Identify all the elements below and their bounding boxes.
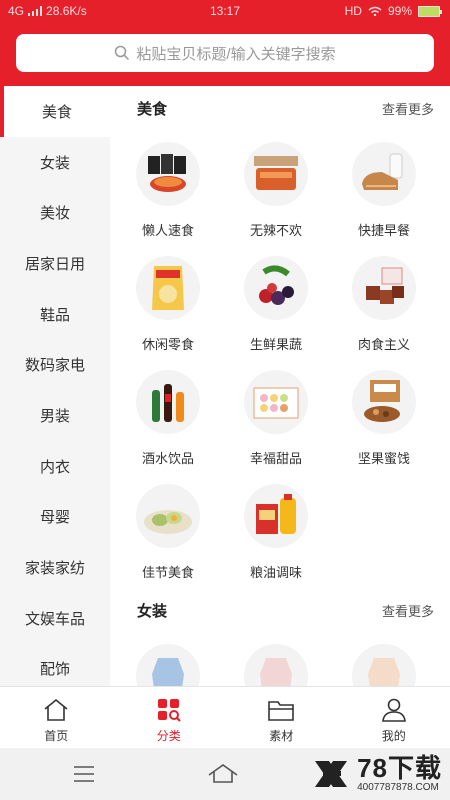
subcategory-label: 生鲜果蔬	[249, 337, 302, 352]
subcategory-label: 快捷早餐	[357, 223, 410, 238]
clothing-image	[244, 644, 308, 686]
search-input[interactable]: 粘贴宝贝标题/输入关键字搜索	[16, 34, 434, 72]
menu-icon[interactable]	[72, 765, 96, 783]
watermark-logo-icon	[315, 760, 348, 787]
user-icon	[381, 698, 406, 722]
clothing-image	[136, 644, 200, 686]
subcategory-item[interactable]	[222, 632, 330, 686]
sidebar-item-shoes[interactable]: 鞋品	[0, 289, 110, 340]
status-right: HD 99%	[344, 4, 442, 18]
home-button-icon[interactable]	[206, 762, 240, 784]
tab-home[interactable]: 首页	[0, 687, 113, 748]
sidebar-item-entertainment-car[interactable]: 文娱车品	[0, 593, 110, 644]
meat-image	[352, 256, 416, 320]
search-placeholder: 粘贴宝贝标题/输入关键字搜索	[136, 45, 336, 63]
instant-food-image	[136, 142, 200, 206]
sidebar-item-underwear[interactable]: 内衣	[0, 441, 110, 492]
sidebar-item-household[interactable]: 居家日用	[0, 238, 110, 289]
subcategory-label: 懒人速食	[141, 223, 194, 238]
tab-category[interactable]: 分类	[113, 687, 226, 748]
nuts-image	[352, 370, 416, 434]
sidebar-item-womens-clothing[interactable]: 女装	[0, 137, 110, 188]
view-more-link[interactable]: 查看更多	[382, 99, 434, 118]
subcategory-item[interactable]: 懒人速食	[114, 130, 222, 244]
header: 4G 28.6K/s 13:17 HD 99% 粘贴宝贝标题/输入关键字搜索	[0, 0, 450, 86]
subcategory-label: 佳节美食	[141, 565, 194, 580]
subcategory-item[interactable]	[114, 632, 222, 686]
subcategory-item[interactable]: 幸福甜品	[222, 358, 330, 472]
sidebar-item-electronics[interactable]: 数码家电	[0, 339, 110, 390]
home-icon	[44, 698, 68, 721]
battery-percent: 99%	[387, 4, 412, 18]
tab-materials[interactable]: 素材	[225, 687, 338, 748]
desserts-image	[244, 370, 308, 434]
subcategory-label: 酒水饮品	[141, 451, 194, 466]
section-header-womens: 女装 查看更多	[110, 588, 450, 632]
subcategory-label: 休闲零食	[141, 337, 194, 352]
battery-fill	[419, 6, 439, 16]
tab-label: 素材	[269, 729, 294, 743]
subcategory-label: 无辣不欢	[249, 223, 302, 238]
grain-oil-image	[244, 484, 308, 548]
watermark-text: 78下载 4007787878.COM	[357, 754, 442, 793]
subcategory-item[interactable]: 快捷早餐	[330, 130, 438, 244]
sidebar-item-food[interactable]: 美食	[0, 86, 110, 137]
subcategory-item[interactable]: 佳节美食	[114, 472, 222, 586]
section-title: 美食	[137, 100, 168, 118]
tab-label: 我的	[381, 729, 406, 743]
sidebar-item-baby[interactable]: 母婴	[0, 492, 110, 543]
watermark-main: 78下载	[357, 753, 442, 783]
sidebar-item-home-textile[interactable]: 家装家纺	[0, 542, 110, 593]
bottom-tab-bar: 首页 分类 素材 我的	[0, 686, 450, 748]
hd-label: HD	[344, 4, 362, 18]
drinks-image	[136, 370, 200, 434]
subcategory-item[interactable]: 酒水饮品	[114, 358, 222, 472]
search-icon	[115, 45, 130, 61]
subcategory-item[interactable]: 肉食主义	[330, 244, 438, 358]
system-nav-bar: 78下载 4007787878.COM	[0, 748, 450, 800]
battery-icon	[418, 5, 442, 17]
tab-label: 首页	[44, 729, 69, 743]
subcategory-label: 肉食主义	[357, 337, 410, 352]
category-icon	[157, 699, 181, 722]
subcategory-item[interactable]: 无辣不欢	[222, 130, 330, 244]
subcategory-item[interactable]	[330, 632, 438, 686]
view-more-link[interactable]: 查看更多	[382, 601, 434, 620]
wifi-icon	[368, 6, 382, 16]
festival-food-image	[136, 484, 200, 548]
subcategory-item[interactable]: 生鲜果蔬	[222, 244, 330, 358]
spicy-food-image	[244, 142, 308, 206]
subcategory-item[interactable]: 粮油调味	[222, 472, 330, 586]
subcategory-label: 粮油调味	[249, 565, 302, 580]
sidebar-item-mens-clothing[interactable]: 男装	[0, 390, 110, 441]
watermark-url: 4007787878.COM	[357, 782, 439, 793]
snacks-image	[136, 256, 200, 320]
watermark: 78下载 4007787878.COM	[311, 754, 442, 793]
subcategory-item[interactable]: 坚果蜜饯	[330, 358, 438, 472]
section-header-food: 美食 查看更多	[110, 86, 450, 130]
tab-mine[interactable]: 我的	[338, 687, 450, 748]
category-content: 美食 查看更多 懒人速食 无辣不欢 快捷早餐 休闲零食 生鲜果蔬 肉食主义 酒水…	[110, 86, 450, 686]
clothing-image	[352, 644, 416, 686]
subcategory-item[interactable]: 休闲零食	[114, 244, 222, 358]
subcategory-label: 坚果蜜饯	[357, 451, 410, 466]
sidebar-item-beauty[interactable]: 美妆	[0, 187, 110, 238]
category-sidebar: 美食 女装 美妆 居家日用 鞋品 数码家电 男装 内衣 母婴 家装家纺 文娱车品…	[0, 86, 110, 686]
status-bar: 4G 28.6K/s 13:17 HD 99%	[0, 0, 450, 24]
fresh-produce-image	[244, 256, 308, 320]
subcategory-grid: 懒人速食 无辣不欢 快捷早餐 休闲零食 生鲜果蔬 肉食主义 酒水饮品 幸福甜品 …	[110, 130, 450, 586]
subcategory-label: 幸福甜品	[249, 451, 302, 466]
section-title: 女装	[137, 602, 168, 620]
tab-label: 分类	[156, 729, 181, 743]
breakfast-image	[352, 142, 416, 206]
folder-icon	[268, 701, 295, 721]
subcategory-grid-partial	[110, 632, 450, 686]
